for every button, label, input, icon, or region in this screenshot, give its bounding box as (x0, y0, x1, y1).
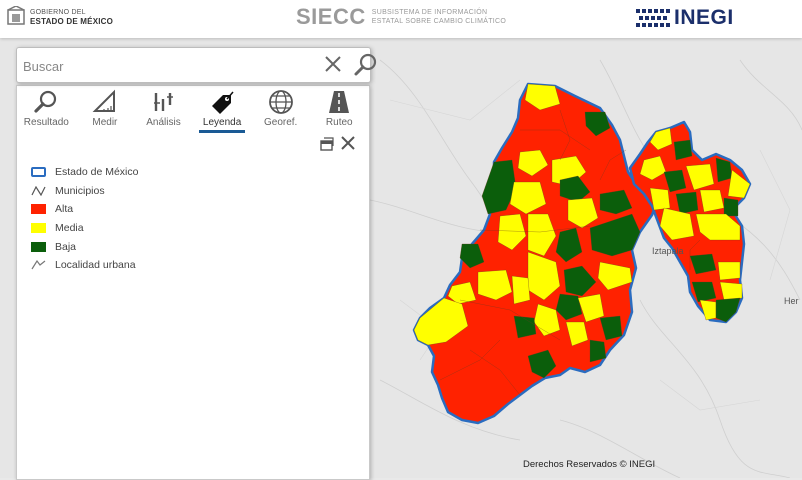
tab-analisis[interactable]: Análisis (134, 86, 193, 134)
legend-item-media: Media (31, 219, 138, 238)
legend-item-baja: Baja (31, 237, 138, 256)
tab-leyenda-label: Leyenda (202, 117, 242, 128)
legend-tag-icon (212, 91, 234, 114)
tab-resultado[interactable]: Resultado (17, 86, 76, 134)
legend-label: Baja (55, 240, 77, 253)
siecc-sub2: ESTATAL SOBRE CAMBIO CLIMÁTICO (371, 18, 507, 25)
tab-ruteo-label: Ruteo (325, 117, 353, 128)
legend-swatch-media (31, 223, 46, 234)
legend-line-icon (31, 185, 46, 196)
restore-panel-icon[interactable] (320, 137, 334, 151)
magnifier-icon (34, 90, 57, 113)
legend-swatch-alta (31, 204, 46, 215)
tab-leyenda[interactable]: Leyenda (193, 86, 252, 134)
inegi-logo[interactable]: INEGI (636, 6, 734, 30)
close-panel-icon[interactable] (340, 135, 356, 151)
siecc-sub1: SUBSISTEMA DE INFORMACIÓN (371, 9, 488, 16)
tools-panel: Resultado Medir Análisis Leyenda Georef.… (16, 85, 370, 480)
tab-resultado-label: Resultado (23, 117, 69, 128)
search-icon[interactable] (353, 52, 379, 78)
search-input[interactable] (21, 54, 345, 78)
legend-item-municipios: Municipios (31, 182, 138, 201)
legend-item-localidad: Localidad urbana (31, 256, 138, 275)
place-label-her: Her (784, 296, 799, 306)
tab-analisis-label: Análisis (146, 117, 181, 128)
ruler-icon (92, 89, 115, 112)
legend-item-estado: Estado de México (31, 163, 138, 182)
legend-item-alta: Alta (31, 200, 138, 219)
place-label-iztapala: Iztapala (652, 246, 684, 256)
legend-swatch-baja (31, 241, 46, 252)
legend-label: Estado de México (55, 166, 139, 179)
road-icon (329, 91, 350, 113)
gov-line2: ESTADO DE MÉXICO (30, 16, 114, 26)
clear-search-icon[interactable] (321, 52, 345, 76)
legend-label: Alta (55, 203, 74, 216)
active-tab-indicator (198, 130, 246, 133)
coat-of-arms-icon (7, 6, 25, 25)
tab-georef-label: Georef. (263, 117, 298, 128)
globe-icon (268, 90, 293, 114)
legend-label: Localidad urbana (55, 259, 136, 272)
tab-medir[interactable]: Medir (76, 86, 135, 134)
legend-list: Estado de México Municipios Alta Media B… (31, 163, 138, 275)
inegi-grid-icon (636, 9, 670, 27)
siecc-title: SIECC (296, 4, 366, 29)
siecc-logo[interactable]: SIECC SUBSISTEMA DE INFORMACIÓN ESTATAL … (296, 4, 506, 30)
analysis-icon (154, 93, 174, 111)
gobierno-logo[interactable]: GOBIERNO DEL ESTADO DE MÉXICO (6, 6, 113, 28)
legend-label: Media (55, 222, 84, 235)
legend-label: Municipios (55, 184, 105, 197)
tab-medir-label: Medir (92, 117, 118, 128)
gov-line1: GOBIERNO DEL (30, 8, 86, 16)
inegi-label: INEGI (674, 6, 734, 29)
app-header: GOBIERNO DEL ESTADO DE MÉXICO SIECC SUBS… (0, 0, 802, 38)
map-copyright: Derechos Reservados © INEGI (523, 459, 656, 470)
search-bar (16, 47, 377, 83)
legend-line-icon (31, 260, 46, 270)
tab-ruteo[interactable]: Ruteo (310, 86, 369, 134)
legend-swatch-outline (31, 167, 46, 178)
panel-toolbar: Resultado Medir Análisis Leyenda Georef.… (17, 86, 369, 134)
tab-georef[interactable]: Georef. (251, 86, 310, 134)
